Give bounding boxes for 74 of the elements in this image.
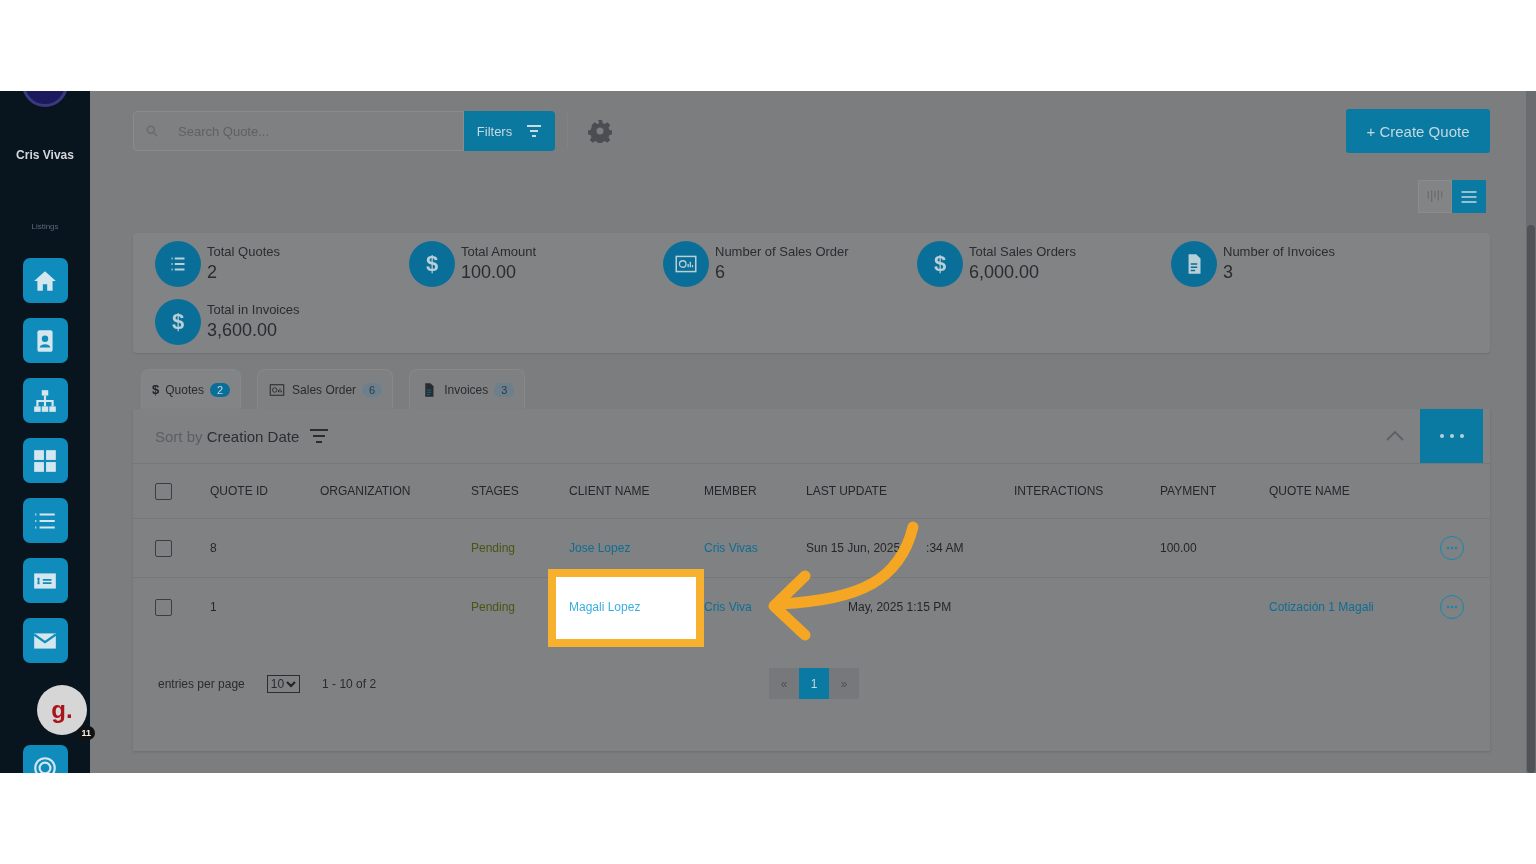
stat-label: Number of Invoices — [1223, 244, 1335, 259]
nav-button[interactable] — [22, 618, 68, 663]
user-name: Cris Vivas — [16, 148, 74, 162]
tab[interactable]: $ Quotes 2 — [141, 369, 242, 409]
dollar-icon: $ — [933, 251, 947, 277]
org-chart-icon — [32, 387, 58, 414]
per-page-select[interactable]: 10 — [266, 674, 301, 693]
target-icon — [32, 754, 58, 773]
column-header: MEMBER — [704, 484, 758, 498]
stat-label: Total Amount — [461, 244, 537, 259]
grid-icon — [32, 447, 58, 474]
view-toggle-button[interactable] — [1418, 180, 1452, 213]
stat-label: Total Sales Orders — [969, 244, 1076, 259]
stat-label: Total in Invoices — [207, 302, 300, 317]
stat-value: 100.00 — [461, 262, 518, 283]
column-header: QUOTE NAME — [1269, 484, 1351, 498]
nav-button[interactable] — [22, 498, 68, 543]
search-icon — [145, 124, 159, 138]
nav-button[interactable] — [22, 378, 68, 423]
nav-button[interactable] — [22, 318, 68, 363]
filter-icon — [526, 124, 543, 138]
tab[interactable]: Sales Order 6 — [257, 369, 394, 409]
table-cell-text: 100.00 — [1160, 541, 1198, 555]
section-label: Listings — [31, 222, 59, 231]
tab[interactable]: Invoices 3 — [409, 369, 526, 409]
stat-label: Total Quotes — [207, 244, 280, 259]
filters-button[interactable]: Filters — [464, 111, 555, 151]
table-cell: :34 AM — [926, 541, 964, 555]
scrollbar[interactable] — [1526, 91, 1536, 773]
nav-button[interactable] — [22, 438, 68, 483]
checkbox[interactable] — [155, 539, 172, 557]
ellipsis-icon — [1438, 433, 1465, 439]
checkbox[interactable] — [155, 598, 172, 616]
entries-label: entries per page — [158, 676, 245, 691]
ellipsis-icon — [1446, 605, 1458, 609]
chevron-down-icon — [286, 679, 297, 688]
dollar-icon: $ — [171, 309, 185, 335]
notification-badge: 11 — [77, 726, 95, 740]
ellipsis-icon — [1446, 546, 1458, 550]
nav-button[interactable] — [22, 558, 68, 603]
column-header: ORGANIZATION — [320, 484, 412, 498]
range-label: 1 - 10 of 2 — [322, 676, 377, 691]
page-button[interactable]: » — [829, 668, 860, 699]
page-button[interactable]: « — [769, 668, 800, 699]
column-header: CLIENT NAME — [569, 484, 651, 498]
stat-value: 3 — [1223, 262, 1234, 283]
table-cell-text: 1 — [210, 600, 218, 614]
view-toggle-button[interactable] — [1452, 180, 1486, 213]
scrollbar-thumb[interactable] — [1527, 225, 1535, 773]
chevron-up-icon — [1385, 430, 1405, 442]
checkbox[interactable] — [155, 482, 172, 500]
table-cell: May, 2025 1:15 PM — [848, 600, 952, 614]
dollar-icon: $ — [425, 251, 439, 277]
stat-value: 2 — [207, 262, 218, 283]
page-button[interactable]: 1 — [799, 668, 830, 699]
table-cell-text: 8 — [210, 541, 218, 555]
column-header: PAYMENT — [1160, 484, 1218, 498]
stage-label: Pending — [471, 600, 517, 614]
column-header: QUOTE ID — [210, 484, 269, 498]
client-link[interactable]: Magali Lopez — [569, 600, 641, 614]
column-header: LAST UPDATE — [806, 484, 888, 498]
stat-label: Number of Sales Order — [715, 244, 849, 259]
table-cell: Sun 15 Jun, 2025 — [806, 541, 901, 555]
create-quote-button[interactable]: + Create Quote — [1346, 109, 1490, 153]
column-header: STAGES — [471, 484, 520, 498]
stat-value: 6,000.00 — [969, 262, 1041, 283]
column-header: INTERACTIONS — [1014, 484, 1105, 498]
stat-value: 3,600.00 — [207, 320, 279, 341]
sort-icon — [309, 428, 330, 444]
dollar-icon: $ — [152, 382, 160, 397]
stage-label: Pending — [471, 541, 517, 555]
settings-icon — [588, 119, 612, 143]
stat-value: 6 — [715, 262, 726, 283]
nav-button[interactable] — [22, 258, 68, 303]
